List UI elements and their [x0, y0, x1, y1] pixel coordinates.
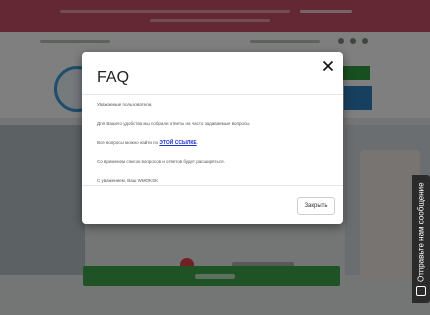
modal-link-prefix: Все вопросы можно найти по [97, 140, 159, 145]
chat-icon [416, 285, 426, 296]
modal-link-line: Все вопросы можно найти по ЭТОЙ ССЫЛКЕ. [97, 140, 332, 146]
close-icon[interactable] [321, 60, 335, 74]
faq-modal: FAQ Уважаемые пользователи, Для Вашего у… [82, 52, 343, 224]
feedback-tab-label: Отправьте нам сообщение [416, 182, 426, 282]
close-button[interactable]: Закрыть [297, 197, 335, 215]
close-icon-glyph [322, 60, 334, 72]
modal-signature: С уважением, Ваш WMOKSK [97, 178, 159, 183]
faq-link[interactable]: ЭТОЙ ССЫЛКЕ [159, 140, 196, 146]
modal-link-suffix: . [196, 140, 198, 145]
modal-footer-divider [82, 185, 343, 186]
modal-note: Со временем список вопросов и ответов бу… [97, 159, 225, 164]
feedback-tab[interactable]: Отправьте нам сообщение [412, 175, 430, 303]
modal-intro: Для Вашего удобства мы собрали ответы на… [97, 121, 250, 126]
modal-greeting: Уважаемые пользователи, [97, 102, 153, 107]
modal-body: Уважаемые пользователи, Для Вашего удобс… [97, 102, 332, 195]
modal-header-divider [82, 94, 343, 95]
modal-title: FAQ [97, 69, 130, 86]
